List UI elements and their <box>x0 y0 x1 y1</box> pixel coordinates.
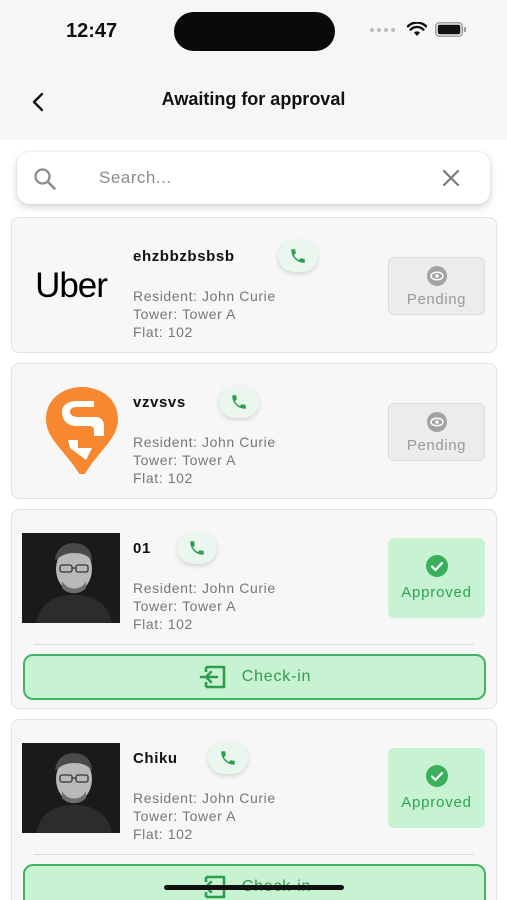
battery-icon <box>435 22 466 37</box>
screen: 12:47 Awaiting for approval Search... Ub… <box>0 0 507 900</box>
visitor-card[interactable]: Chiku Resident: John Curie Tower: Tower … <box>11 719 497 900</box>
person-photo-icon <box>22 533 120 623</box>
phone-icon <box>190 541 204 555</box>
uber-logo: Uber <box>22 241 120 331</box>
divider <box>34 854 474 855</box>
visitor-photo <box>22 743 120 833</box>
status-icons <box>370 22 467 37</box>
tower-text: Tower: Tower A <box>133 598 237 614</box>
status-label: Approved <box>401 793 472 811</box>
visitor-card[interactable]: vzvsvs Resident: John Curie Tower: Tower… <box>11 363 497 499</box>
tower-text: Tower: Tower A <box>133 808 237 824</box>
flat-text: Flat: 102 <box>133 826 193 842</box>
swiggy-logo-icon <box>46 387 118 474</box>
flat-text: Flat: 102 <box>133 470 193 486</box>
header: Awaiting for approval <box>0 64 507 140</box>
resident-text: Resident: John Curie <box>133 288 276 304</box>
home-indicator[interactable] <box>164 885 344 890</box>
pending-eye-icon <box>426 411 447 432</box>
status-time: 12:47 <box>66 20 118 42</box>
phone-icon <box>291 249 305 263</box>
call-button[interactable] <box>208 742 248 774</box>
status-label: Pending <box>406 290 467 308</box>
status-badge: Pending <box>388 257 485 315</box>
search-icon <box>34 168 56 190</box>
visitor-card[interactable]: 01 Resident: John Curie Tower: Tower A F… <box>11 509 497 709</box>
call-button[interactable] <box>177 532 217 564</box>
resident-text: Resident: John Curie <box>133 580 276 596</box>
status-label: Approved <box>401 583 472 601</box>
visitor-name: vzvsvs <box>133 394 186 411</box>
visitor-name: 01 <box>133 540 151 557</box>
page-title: Awaiting for approval <box>161 89 346 109</box>
flat-text: Flat: 102 <box>133 324 193 340</box>
check-in-label: Check-in <box>241 668 312 685</box>
status-badge: Approved <box>388 538 485 618</box>
search-input[interactable] <box>99 164 409 192</box>
visitor-photo <box>22 533 120 623</box>
tower-text: Tower: Tower A <box>133 452 237 468</box>
uber-logo-text: Uber <box>35 266 108 305</box>
divider <box>34 644 474 645</box>
call-button[interactable] <box>278 240 318 272</box>
check-circle-icon <box>425 554 448 577</box>
check-in-button[interactable]: Check-in <box>23 864 486 900</box>
person-photo-icon <box>22 743 120 833</box>
check-circle-icon <box>425 764 448 787</box>
tower-text: Tower: Tower A <box>133 306 237 322</box>
dynamic-island <box>174 12 335 51</box>
wifi-icon <box>407 22 427 36</box>
pending-eye-icon <box>426 265 447 286</box>
visitor-name: ehzbbzbsbsb <box>133 248 235 265</box>
status-bar: 12:47 <box>0 0 507 64</box>
flat-text: Flat: 102 <box>133 616 193 632</box>
visitor-name: Chiku <box>133 750 178 767</box>
status-badge: Approved <box>388 748 485 828</box>
phone-icon <box>221 751 235 765</box>
clear-search-icon[interactable] <box>440 167 462 189</box>
swiggy-logo <box>22 384 120 474</box>
status-label: Pending <box>406 436 467 454</box>
resident-text: Resident: John Curie <box>133 434 276 450</box>
check-in-icon <box>199 665 226 689</box>
signal-dots-icon <box>370 27 395 32</box>
resident-text: Resident: John Curie <box>133 790 276 806</box>
status-badge: Pending <box>388 403 485 461</box>
call-button[interactable] <box>219 386 259 418</box>
visitor-card[interactable]: Uber ehzbbzbsbsb Resident: John Curie To… <box>11 217 497 353</box>
check-in-button[interactable]: Check-in <box>23 654 486 700</box>
phone-icon <box>232 395 246 409</box>
search-box <box>17 152 490 204</box>
